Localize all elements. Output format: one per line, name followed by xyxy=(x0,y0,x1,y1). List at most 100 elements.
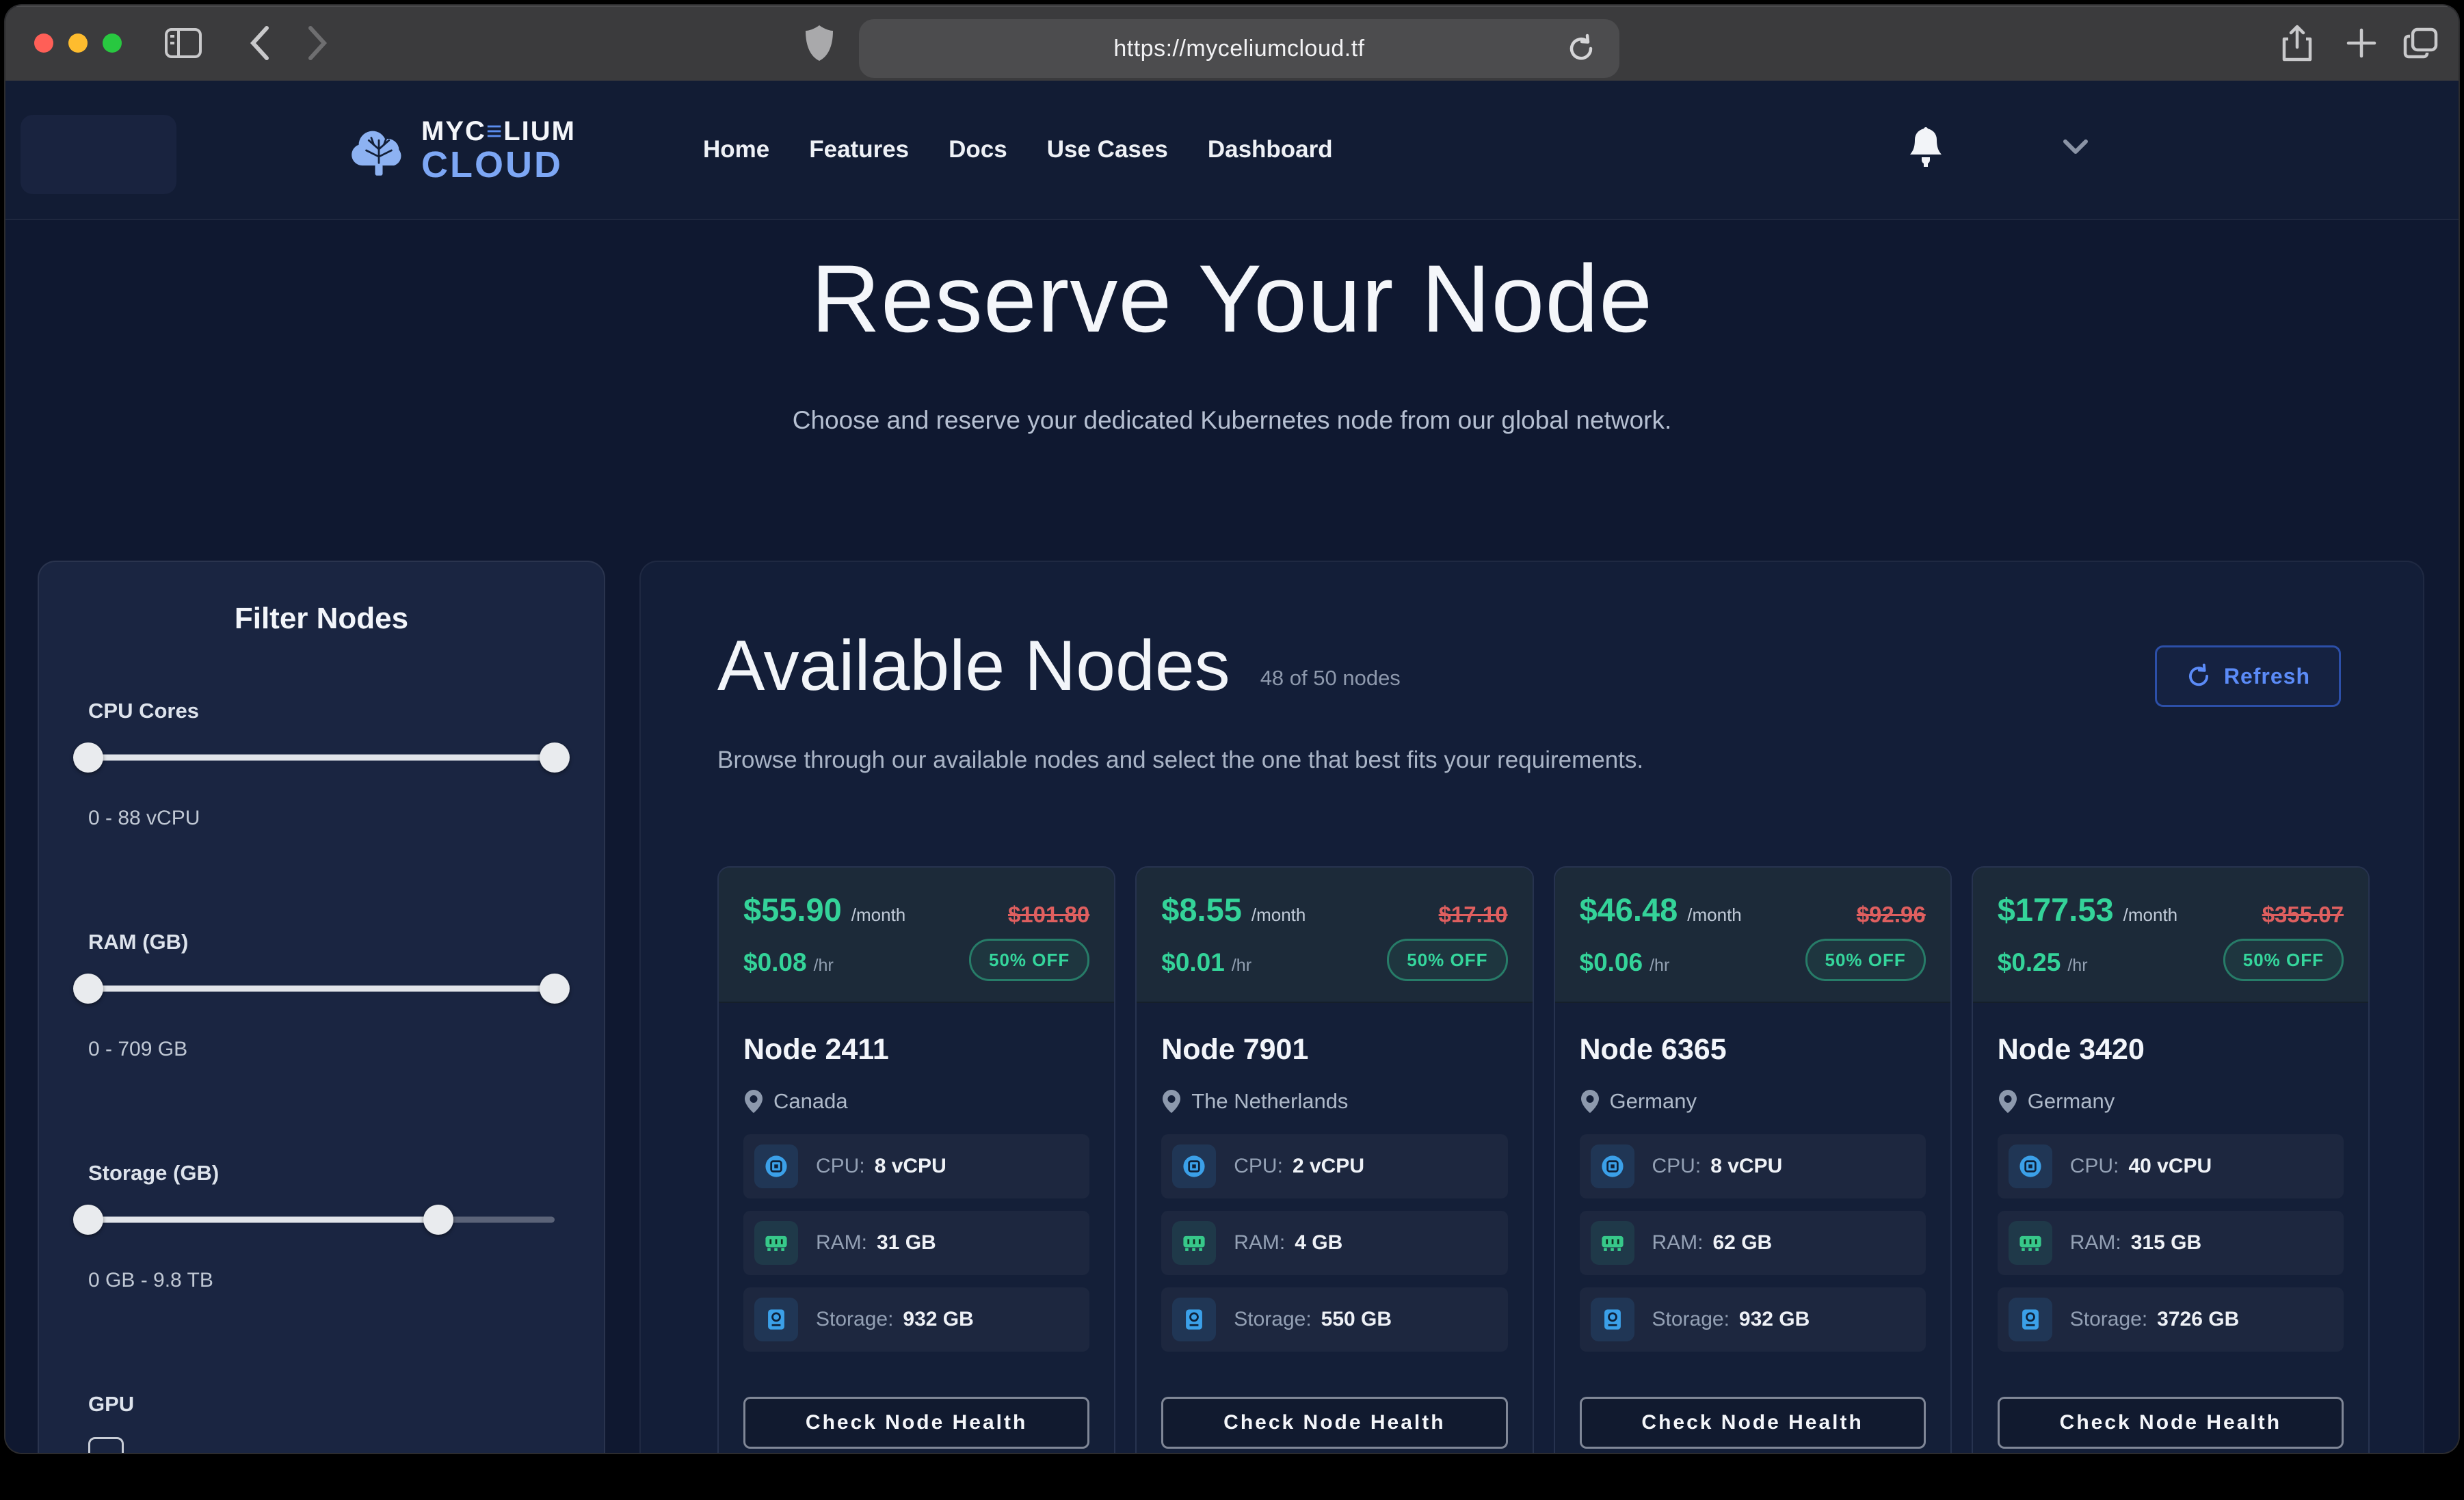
forward-button-icon[interactable] xyxy=(306,25,330,61)
hourly-price-unit: /hr xyxy=(1232,956,1251,976)
nav-links: Home Features Docs Use Cases Dashboard xyxy=(703,81,1333,219)
filter-range-text: 0 - 88 vCPU xyxy=(88,807,555,831)
sidebar-toggle-icon[interactable] xyxy=(164,27,202,59)
close-window-button[interactable] xyxy=(34,34,53,53)
filter-group: RAM (GB) 0 - 709 GB xyxy=(88,930,555,1062)
node-location: Canada xyxy=(773,1089,848,1114)
filter-group: CPU Cores 0 - 88 vCPU xyxy=(88,699,555,831)
hourly-price: $0.08 xyxy=(743,948,807,977)
share-icon[interactable] xyxy=(2281,24,2313,62)
location-pin-icon xyxy=(1998,1088,2018,1114)
filter-group: Storage (GB) 0 GB - 9.8 TB xyxy=(88,1161,555,1293)
old-price-strikethrough: $355.07 xyxy=(2262,902,2344,928)
node-price-header: $55.90 /month $101.80 $0.08 /hr 50% OFF xyxy=(719,868,1114,1003)
storage-icon xyxy=(754,1298,798,1341)
range-slider[interactable] xyxy=(88,974,555,1004)
node-location: Germany xyxy=(2028,1089,2115,1114)
slider-handle-max[interactable] xyxy=(540,742,570,773)
discount-badge: 50% OFF xyxy=(1805,939,1926,981)
monthly-price: $8.55 xyxy=(1161,891,1242,928)
filter-panel-title: Filter Nodes xyxy=(88,602,555,637)
refresh-button[interactable]: Refresh xyxy=(2155,645,2341,707)
discount-badge: 50% OFF xyxy=(969,939,1089,981)
minimize-window-button[interactable] xyxy=(68,34,88,53)
gpu-checkbox[interactable] xyxy=(88,1437,124,1453)
spec-row: CPU: 8 vCPU xyxy=(1580,1134,1926,1198)
slider-active-range xyxy=(88,986,555,992)
slider-handle-max[interactable] xyxy=(540,974,570,1004)
slider-handle-min[interactable] xyxy=(73,974,103,1004)
spec-row: CPU: 40 vCPU xyxy=(1998,1134,2344,1198)
monthly-price-unit: /month xyxy=(1687,905,1742,926)
node-price-header: $8.55 /month $17.10 $0.01 /hr 50% OFF xyxy=(1137,868,1532,1003)
node-specs: CPU: 40 vCPU RAM: 315 GB Storage: 3726 G… xyxy=(1998,1134,2344,1364)
range-slider[interactable] xyxy=(88,742,555,773)
node-name: Node 6365 xyxy=(1580,1033,1926,1066)
node-cards-grid: $55.90 /month $101.80 $0.08 /hr 50% OFF … xyxy=(717,866,2370,1453)
filter-groups: CPU Cores 0 - 88 vCPU RAM (GB) 0 - 709 G… xyxy=(88,699,555,1453)
check-node-health-button[interactable]: Check Node Health xyxy=(1161,1397,1507,1449)
nav-link-dashboard[interactable]: Dashboard xyxy=(1208,136,1333,163)
node-name: Node 7901 xyxy=(1161,1033,1507,1066)
tab-overview-icon[interactable] xyxy=(2403,27,2439,59)
mycelium-cloud-logo-icon xyxy=(347,121,410,180)
node-name: Node 3420 xyxy=(1998,1033,2344,1066)
check-node-health-button[interactable]: Check Node Health xyxy=(1998,1397,2344,1449)
browser-titlebar: https://myceliumcloud.tf xyxy=(5,5,2459,81)
location-pin-icon xyxy=(743,1088,764,1114)
site-logo[interactable]: MYC≡LIUM CLOUD xyxy=(347,118,576,183)
node-card: $177.53 /month $355.07 $0.25 /hr 50% OFF… xyxy=(1972,866,2370,1453)
nav-link-docs[interactable]: Docs xyxy=(949,136,1007,163)
range-slider[interactable] xyxy=(88,1205,555,1235)
page-subtitle: Choose and reserve your dedicated Kubern… xyxy=(5,406,2459,435)
slider-handle-max[interactable] xyxy=(423,1205,453,1235)
spec-row: Storage: 932 GB xyxy=(743,1287,1089,1352)
cpu-icon xyxy=(1172,1144,1216,1188)
monthly-price-unit: /month xyxy=(1251,905,1306,926)
notifications-bell-icon[interactable] xyxy=(1908,126,1944,168)
ram-icon xyxy=(1591,1221,1634,1265)
spec-row: CPU: 8 vCPU xyxy=(743,1134,1089,1198)
old-price-strikethrough: $17.10 xyxy=(1439,902,1508,928)
node-card-body: Node 2411 Canada CPU: 8 vCPU RAM: 31 GB … xyxy=(719,1003,1114,1453)
spec-row: RAM: 4 GB xyxy=(1161,1211,1507,1275)
slider-handle-min[interactable] xyxy=(73,742,103,773)
check-node-health-button[interactable]: Check Node Health xyxy=(743,1397,1089,1449)
back-button-icon[interactable] xyxy=(248,25,271,61)
slider-handle-min[interactable] xyxy=(73,1205,103,1235)
filter-label: Storage (GB) xyxy=(88,1161,555,1186)
node-count-text: 48 of 50 nodes xyxy=(1260,666,1401,701)
brand-name-bottom: CLOUD xyxy=(421,146,576,183)
refresh-icon xyxy=(2186,663,2212,689)
user-menu-chevron-down-icon[interactable] xyxy=(2063,138,2089,156)
nav-link-features[interactable]: Features xyxy=(809,136,909,163)
hourly-price: $0.01 xyxy=(1161,948,1225,977)
shield-icon[interactable] xyxy=(804,24,834,62)
desktop: { "browser": { "url": "https://myceliumc… xyxy=(0,0,2464,1500)
nav-link-home[interactable]: Home xyxy=(703,136,769,163)
url-bar[interactable]: https://myceliumcloud.tf xyxy=(859,19,1619,78)
old-price-strikethrough: $101.80 xyxy=(1008,902,1089,928)
zoom-window-button[interactable] xyxy=(103,34,122,53)
storage-icon xyxy=(1172,1298,1216,1341)
new-tab-icon[interactable] xyxy=(2346,27,2377,59)
reload-icon[interactable] xyxy=(1566,34,1596,64)
hourly-price-unit: /hr xyxy=(814,956,834,976)
filter-label: RAM (GB) xyxy=(88,930,555,954)
available-nodes-panel: Available Nodes 48 of 50 nodes Refresh B… xyxy=(639,561,2424,1453)
node-price-header: $177.53 /month $355.07 $0.25 /hr 50% OFF xyxy=(1973,868,2368,1003)
location-pin-icon xyxy=(1161,1088,1182,1114)
spec-row: RAM: 31 GB xyxy=(743,1211,1089,1275)
nav-link-use-cases[interactable]: Use Cases xyxy=(1047,136,1168,163)
spec-row: RAM: 315 GB xyxy=(1998,1211,2344,1275)
ram-icon xyxy=(2009,1221,2052,1265)
spec-row: Storage: 550 GB xyxy=(1161,1287,1507,1352)
brand-name-top: MYC≡LIUM xyxy=(421,118,576,145)
old-price-strikethrough: $92.96 xyxy=(1857,902,1926,928)
check-node-health-button[interactable]: Check Node Health xyxy=(1580,1397,1926,1449)
filter-label: CPU Cores xyxy=(88,699,555,723)
node-card-body: Node 6365 Germany CPU: 8 vCPU RAM: 62 GB… xyxy=(1555,1003,1950,1453)
browser-window: https://myceliumcloud.tf xyxy=(5,5,2459,1453)
available-nodes-title: Available Nodes xyxy=(717,630,1230,701)
nav-placeholder xyxy=(21,115,176,194)
